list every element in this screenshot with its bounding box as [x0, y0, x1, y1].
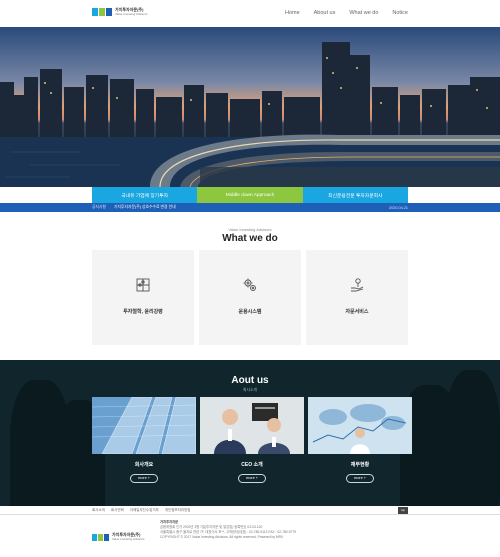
about-card-label: 재무현황 [350, 462, 370, 468]
ceo-more-button[interactable]: more + [238, 474, 266, 483]
service-card-advisory[interactable]: 자문서비스 [306, 250, 408, 345]
puzzle-icon [136, 278, 150, 292]
site-header: 가치투자자문(주) Value Investing Advisors Home … [0, 0, 500, 27]
nav-notice[interactable]: Notice [392, 10, 408, 16]
logo-mark-icon [92, 533, 109, 541]
financial-more-button[interactable]: more + [346, 474, 374, 483]
hand-coin-icon [351, 278, 364, 292]
about-card-ceo: CEO 소개 more + [200, 397, 304, 483]
scroll-top-button[interactable]: top [398, 507, 408, 514]
footer-copyright: COPYRIGHT © 2017 Value Investing Advisor… [160, 535, 284, 539]
nav-about-us[interactable]: About us [314, 10, 336, 16]
about-card-label: CEO 소개 [241, 462, 263, 468]
notice-date: 2020.04.21 [388, 205, 408, 210]
about-section: Aout us 회사소개 회사개요 more + CEO 소개 more + 재… [0, 360, 500, 506]
service-card-philosophy[interactable]: 투자철학, 윤리강령 [92, 250, 194, 345]
gears-icon [243, 278, 256, 291]
hero-tabs: 국내유 기업에 장기투자 Middle down Approach 최신운용전문… [92, 187, 408, 203]
nav-what-we-do[interactable]: What we do [349, 10, 378, 16]
footer-link-bar: 회사소개 회사연혁 이메일무단수집거부 개인정보처리방침 top [0, 506, 500, 515]
what-we-do-subtitle: Value Investing Advisors [228, 227, 272, 232]
service-card-label: 자문서비스 [345, 309, 369, 315]
ceo-photo [200, 397, 304, 454]
footer-company-info: 가치투자자문 금융위원회 인가 2002년 3월 7일(투자자문 및 일임업) … [160, 520, 296, 540]
footer-link-privacy[interactable]: 개인정보처리방침 [165, 508, 191, 513]
site-footer: 회사소개 회사연혁 이메일무단수집거부 개인정보처리방침 top 가치투자자문(… [0, 506, 500, 557]
what-we-do-title: What we do [222, 233, 278, 244]
notice-bar: 공지사항 가치투자자문(주) 상호수수료 변경 안내 2020.04.21 [0, 203, 500, 212]
service-card-label: 운용시스템 [238, 309, 262, 315]
service-card-system[interactable]: 운용시스템 [199, 250, 301, 345]
building-photo [92, 397, 196, 454]
about-cards: 회사개요 more + CEO 소개 more + 재무현황 more + [92, 397, 412, 483]
about-card-financial: 재무현황 more + [308, 397, 412, 483]
hero-banner [0, 27, 500, 187]
financial-photo [308, 397, 412, 454]
site-logo[interactable]: 가치투자자문(주) Value Investing Advisors [92, 8, 147, 16]
footer-logo[interactable]: 가치투자자문(주) Value Investing Advisors [92, 533, 144, 541]
tab-advisory-company[interactable]: 최신운용전문 투자자문회사 [302, 187, 408, 203]
tab-long-term-investment[interactable]: 국내유 기업에 장기투자 [92, 187, 198, 203]
notice-link[interactable]: 가치투자자문(주) 상호수수료 변경 안내 [114, 205, 389, 210]
about-title: Aout us [231, 375, 269, 386]
logo-mark-icon [92, 8, 112, 16]
footer-logo-english-name: Value Investing Advisors [112, 537, 145, 541]
about-card-label: 회사개요 [134, 462, 154, 468]
company-more-button[interactable]: more + [130, 474, 158, 483]
notice-label: 공지사항 [92, 205, 106, 209]
tab-middle-down-approach[interactable]: Middle down Approach [197, 187, 303, 203]
about-card-company: 회사개요 more + [92, 397, 196, 483]
main-nav: Home About us What we do Notice [285, 10, 408, 16]
footer-link-history[interactable]: 회사연혁 [111, 508, 124, 513]
service-card-label: 투자철학, 윤리강령 [123, 309, 163, 315]
hero-cityscape-image [0, 27, 500, 187]
what-we-do-cards: 투자철학, 윤리강령 운용시스템 자문서비스 [92, 250, 408, 345]
about-subtitle: 회사소개 [243, 388, 257, 392]
footer-link-company[interactable]: 회사소개 [92, 508, 105, 513]
footer-link-email-policy[interactable]: 이메일무단수집거부 [130, 508, 159, 513]
logo-english-name: Value Investing Advisors [115, 12, 148, 16]
nav-home[interactable]: Home [285, 10, 300, 16]
